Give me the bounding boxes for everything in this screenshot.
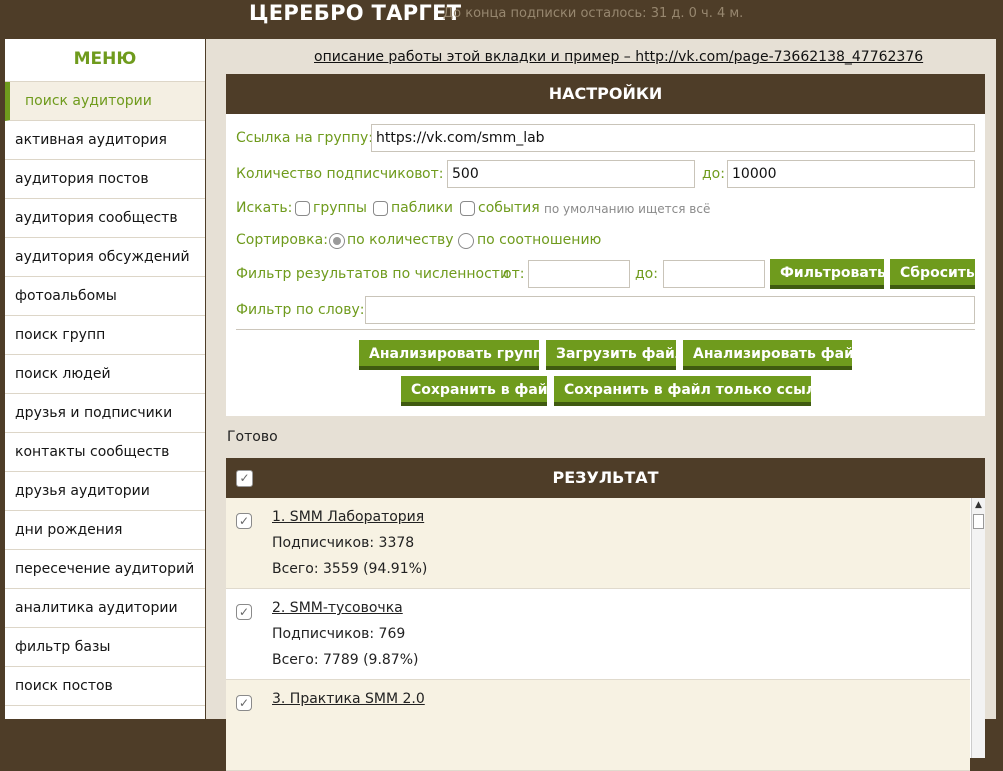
- sidebar-item-community-contacts[interactable]: контакты сообществ: [5, 433, 205, 472]
- settings-panel: НАСТРОЙКИ Ссылка на группу: Количество п…: [226, 74, 985, 416]
- subscription-status: До конца подписки осталось: 31 д. 0 ч. 4…: [443, 6, 744, 21]
- help-link[interactable]: описание работы этой вкладки и пример – …: [314, 49, 923, 65]
- settings-header: НАСТРОЙКИ: [226, 74, 985, 114]
- subscribers-from-input[interactable]: [447, 160, 695, 188]
- sort-by-ratio-label: по соотношению: [477, 232, 602, 248]
- scroll-up-icon[interactable]: ▲: [972, 498, 985, 512]
- results-panel: ✓ РЕЗУЛЬТАТ ✓ 1. SMM Лаборатория Подписч…: [226, 458, 985, 771]
- checkmark-icon: ✓: [238, 514, 250, 528]
- result-item-title[interactable]: 2. SMM-тусовочка: [272, 600, 403, 616]
- sidebar-item-community-audience[interactable]: аудитория сообществ: [5, 199, 205, 238]
- sidebar-item-people-search[interactable]: поиск людей: [5, 355, 205, 394]
- sort-label: Сортировка:: [236, 232, 328, 248]
- sidebar-item-photo-albums[interactable]: фотоальбомы: [5, 277, 205, 316]
- sidebar-item-base-filter[interactable]: фильтр базы: [5, 628, 205, 667]
- result-item-checkbox[interactable]: ✓: [236, 604, 252, 620]
- main-content: описание работы этой вкладки и пример – …: [206, 39, 996, 771]
- select-all-checkbox[interactable]: ✓: [236, 470, 253, 487]
- subscribers-to-label: до:: [702, 166, 725, 182]
- groups-option-label: группы: [313, 200, 367, 216]
- result-item: ✓ 3. Практика SMM 2.0: [226, 680, 970, 771]
- result-item-total: Всего: 3559 (94.91%): [272, 561, 428, 577]
- sidebar-item-audience-analytics[interactable]: аналитика аудитории: [5, 589, 205, 628]
- sidebar-item-audience-search[interactable]: поиск аудитории: [5, 82, 205, 121]
- sort-by-count-radio[interactable]: [329, 233, 345, 249]
- checkmark-icon: ✓: [238, 696, 250, 710]
- filter-to-label: до:: [635, 266, 658, 282]
- subscribers-from-label: от:: [422, 166, 444, 182]
- result-item: ✓ 2. SMM-тусовочка Подписчиков: 769 Всег…: [226, 589, 970, 680]
- sidebar-item-post-audience[interactable]: аудитория постов: [5, 160, 205, 199]
- result-filter-label: Фильтр результатов по численности: [236, 266, 510, 282]
- publics-checkbox[interactable]: [373, 201, 388, 216]
- save-file-button[interactable]: Сохранить в файл: [401, 376, 558, 406]
- publics-option-label: паблики: [391, 200, 453, 216]
- group-link-input[interactable]: [371, 124, 975, 152]
- filter-from-label: от:: [503, 266, 525, 282]
- analyze-group-button[interactable]: Анализировать группу: [359, 340, 552, 370]
- result-item-subscribers: Подписчиков: 3378: [272, 535, 415, 551]
- sidebar-item-audience-intersection[interactable]: пересечение аудиторий: [5, 550, 205, 589]
- sidebar-item-post-search[interactable]: поиск постов: [5, 667, 205, 706]
- word-filter-label: Фильтр по слову:: [236, 302, 365, 318]
- sidebar-item-audience-friends[interactable]: друзья аудитории: [5, 472, 205, 511]
- top-bar: ЦЕРЕБРО ТАРГЕТ До конца подписки осталос…: [0, 0, 1003, 36]
- subscribers-count-label: Количество подписчиков: [236, 166, 423, 182]
- checkmark-icon: ✓: [238, 605, 250, 619]
- sidebar-item-birthdays[interactable]: дни рождения: [5, 511, 205, 550]
- sort-by-count-label: по количеству: [347, 232, 454, 248]
- sidebar-item-active-audience[interactable]: активная аудитория: [5, 121, 205, 160]
- menu-title: МЕНЮ: [5, 39, 205, 82]
- sort-by-ratio-radio[interactable]: [458, 233, 474, 249]
- result-item-checkbox[interactable]: ✓: [236, 695, 252, 711]
- result-item-checkbox[interactable]: ✓: [236, 513, 252, 529]
- filter-to-input[interactable]: [663, 260, 765, 288]
- scrollbar-thumb[interactable]: [973, 514, 984, 529]
- group-link-label: Ссылка на группу:: [236, 130, 373, 146]
- results-title: РЕЗУЛЬТАТ: [552, 468, 659, 487]
- word-filter-input[interactable]: [365, 296, 975, 324]
- status-text: Готово: [227, 429, 278, 445]
- app-title: ЦЕРЕБРО ТАРГЕТ: [249, 1, 462, 25]
- results-header: ✓ РЕЗУЛЬТАТ: [226, 458, 985, 498]
- sidebar-item-group-search[interactable]: поиск групп: [5, 316, 205, 355]
- result-item-subscribers: Подписчиков: 769: [272, 626, 406, 642]
- checkmark-icon: ✓: [239, 471, 250, 485]
- events-checkbox[interactable]: [460, 201, 475, 216]
- result-item-total: Всего: 7789 (9.87%): [272, 652, 419, 668]
- save-links-button[interactable]: Сохранить в файл только ссылки: [554, 376, 835, 406]
- settings-divider: [236, 329, 975, 330]
- results-scrollbar[interactable]: ▲: [971, 498, 985, 758]
- filter-button[interactable]: Фильтровать: [770, 259, 886, 289]
- subscribers-to-input[interactable]: [727, 160, 975, 188]
- result-item-title[interactable]: 1. SMM Лаборатория: [272, 509, 424, 525]
- search-type-label: Искать:: [236, 200, 293, 216]
- analyze-file-button[interactable]: Анализировать файл: [683, 340, 864, 370]
- filter-from-input[interactable]: [528, 260, 630, 288]
- reset-button[interactable]: Сбросить: [890, 259, 975, 289]
- sidebar-menu: МЕНЮ поиск аудитории активная аудитория …: [5, 39, 205, 719]
- result-item: ✓ 1. SMM Лаборатория Подписчиков: 3378 В…: [226, 498, 970, 589]
- events-option-label: события: [478, 200, 540, 216]
- search-hint: по умолчанию ищется всё: [544, 202, 711, 216]
- groups-checkbox[interactable]: [295, 201, 310, 216]
- sidebar-item-friends-followers[interactable]: друзья и подписчики: [5, 394, 205, 433]
- sidebar-item-discussion-audience[interactable]: аудитория обсуждений: [5, 238, 205, 277]
- load-file-button[interactable]: Загрузить файл: [546, 340, 685, 370]
